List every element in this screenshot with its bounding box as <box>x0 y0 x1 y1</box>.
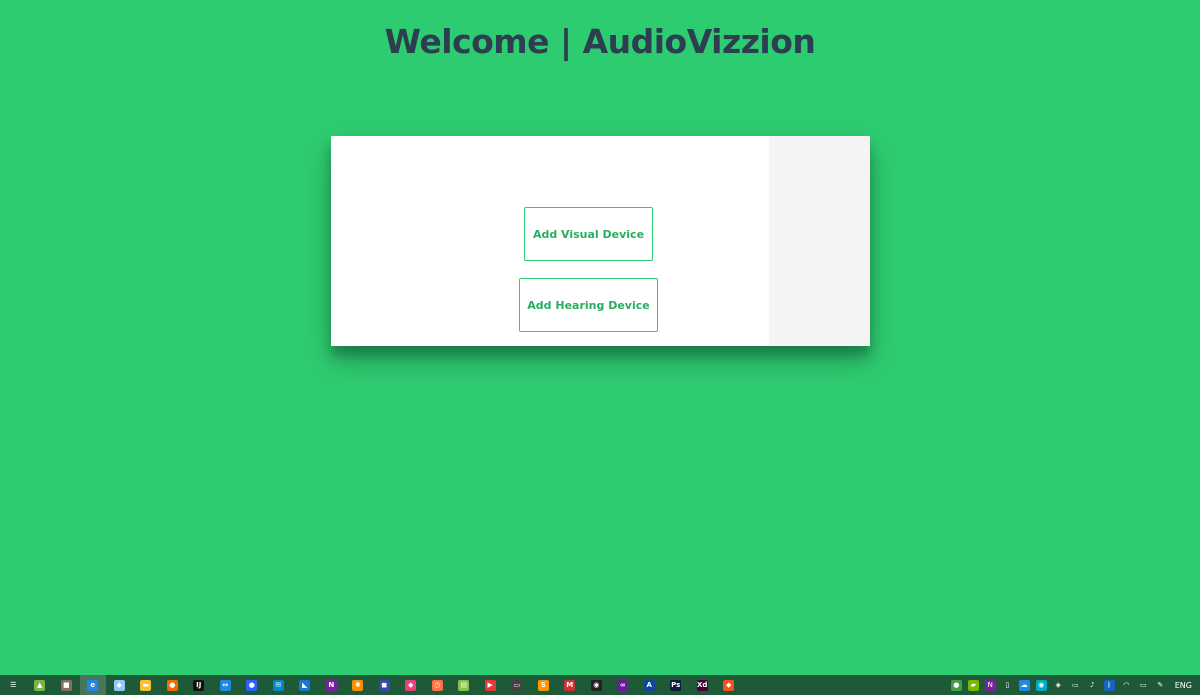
taskbar-item[interactable]: ◆ <box>398 675 425 695</box>
display-icon[interactable]: ▭ <box>1070 680 1081 691</box>
taskbar-item[interactable]: Xd <box>689 675 716 695</box>
gmail-icon: M <box>564 679 576 691</box>
taskbar-item[interactable]: ☰ <box>0 675 27 695</box>
volume-icon[interactable]: ♪ <box>1087 680 1098 691</box>
taskbar-apps: ☰ ▲ ■ e ◆ ▬ ● IJ ↔ ● ✉ ◣ N ✺ ◼ ◆ ◷ ▤ ▶ ▭ S M ◉ ∞ A Ps Xd ◆ <box>0 675 742 695</box>
add-visual-device-button[interactable]: Add Visual Device <box>524 207 653 261</box>
git-icon: ◆ <box>723 679 735 691</box>
taskbar-item[interactable]: ◷ <box>424 675 451 695</box>
taskbar-item[interactable]: ● <box>239 675 266 695</box>
add-hearing-device-button[interactable]: Add Hearing Device <box>519 278 658 332</box>
teamviewer-icon: ↔ <box>219 679 231 691</box>
taskbar-item[interactable]: ◆ <box>716 675 743 695</box>
wifi-icon[interactable]: ◠ <box>1121 680 1132 691</box>
app-icon: ◆ <box>405 679 417 691</box>
taskbar-item[interactable]: Ps <box>663 675 690 695</box>
taskbar-item[interactable]: ◉ <box>583 675 610 695</box>
taskbar-item[interactable]: ✺ <box>345 675 372 695</box>
github-icon: ◉ <box>590 679 602 691</box>
xd-icon: Xd <box>696 679 708 691</box>
android-studio-icon: ▲ <box>34 679 46 691</box>
mail-icon: ✉ <box>272 679 284 691</box>
taskbar-item[interactable]: ▲ <box>27 675 54 695</box>
taskbar-item[interactable]: ∞ <box>610 675 637 695</box>
paint-icon: ◆ <box>113 679 125 691</box>
intellij-icon: IJ <box>193 679 205 691</box>
onenote-icon: N <box>325 679 337 691</box>
taskbar-item[interactable]: ▭ <box>504 675 531 695</box>
defender-icon[interactable]: ◈ <box>1053 680 1064 691</box>
page-title: Welcome | AudioVizzion <box>384 22 816 61</box>
azure-icon: A <box>643 679 655 691</box>
terminal-icon: ▭ <box>511 679 523 691</box>
battery-icon[interactable]: ▭ <box>1138 680 1149 691</box>
nvidia-icon[interactable]: ▰ <box>967 679 979 691</box>
onenote-tray-icon[interactable]: N <box>984 679 996 691</box>
network-app-icon[interactable]: ◉ <box>1035 679 1047 691</box>
card-side-panel <box>769 136 870 346</box>
pen-icon[interactable]: ✎ <box>1155 680 1166 691</box>
device-card: Add Visual Device Add Hearing Device <box>331 136 870 346</box>
vscode-icon: ◣ <box>299 679 311 691</box>
clock-icon: ◷ <box>431 679 443 691</box>
taskbar-item[interactable]: A <box>636 675 663 695</box>
postman-icon: ● <box>166 679 178 691</box>
taskbar-item[interactable]: e <box>79 675 106 695</box>
tray-icons: ● ▰ N ▯ ☁ ◉ ◈ ▭ ♪ ᛒ ◠ ▭ ✎ <box>948 679 1169 691</box>
taskbar-item[interactable]: N <box>318 675 345 695</box>
taskbar-item[interactable]: M <box>557 675 584 695</box>
taskbar-item[interactable]: S <box>530 675 557 695</box>
taskbar-item[interactable]: ◣ <box>292 675 319 695</box>
language-indicator[interactable]: ENG <box>1175 681 1192 690</box>
edge-icon: e <box>87 679 99 691</box>
signal-icon: ● <box>246 679 258 691</box>
sublime-icon: S <box>537 679 549 691</box>
file-explorer-icon: ▬ <box>140 679 152 691</box>
taskbar-item[interactable]: ■ <box>53 675 80 695</box>
usb-icon[interactable]: ▯ <box>1002 680 1013 691</box>
notepad-icon: ▤ <box>458 679 470 691</box>
visual-studio-icon: ∞ <box>617 679 629 691</box>
bluetooth-icon[interactable]: ᛒ <box>1103 679 1115 691</box>
taskbar-item[interactable]: ◼ <box>371 675 398 695</box>
system-tray: ● ▰ N ▯ ☁ ◉ ◈ ▭ ♪ ᛒ ◠ ▭ ✎ ENG <box>948 675 1200 695</box>
taskbar-item[interactable]: ✉ <box>265 675 292 695</box>
taskbar-item[interactable]: ▤ <box>451 675 478 695</box>
taskbar-item[interactable]: ◆ <box>106 675 133 695</box>
store-icon: ■ <box>60 679 72 691</box>
taskbar-item[interactable]: ● <box>159 675 186 695</box>
taskbar-item[interactable]: ▶ <box>477 675 504 695</box>
cloud-icon[interactable]: ☁ <box>1018 679 1030 691</box>
photoshop-icon: Ps <box>670 679 682 691</box>
taskbar-item[interactable]: ▬ <box>133 675 160 695</box>
taskbar-item[interactable]: ↔ <box>212 675 239 695</box>
taskbar: ☰ ▲ ■ e ◆ ▬ ● IJ ↔ ● ✉ ◣ N ✺ ◼ ◆ ◷ ▤ ▶ ▭ S M ◉ ∞ A Ps Xd ◆ ● ▰ N ▯ ☁ ◉ ◈ ▭… <box>0 675 1200 695</box>
virtualbox-icon: ◼ <box>378 679 390 691</box>
taskbar-item[interactable]: IJ <box>186 675 213 695</box>
tray-app-icon[interactable]: ● <box>950 679 962 691</box>
task-view-icon: ☰ <box>10 680 17 689</box>
youtube-icon: ▶ <box>484 679 496 691</box>
blender-icon: ✺ <box>352 679 364 691</box>
